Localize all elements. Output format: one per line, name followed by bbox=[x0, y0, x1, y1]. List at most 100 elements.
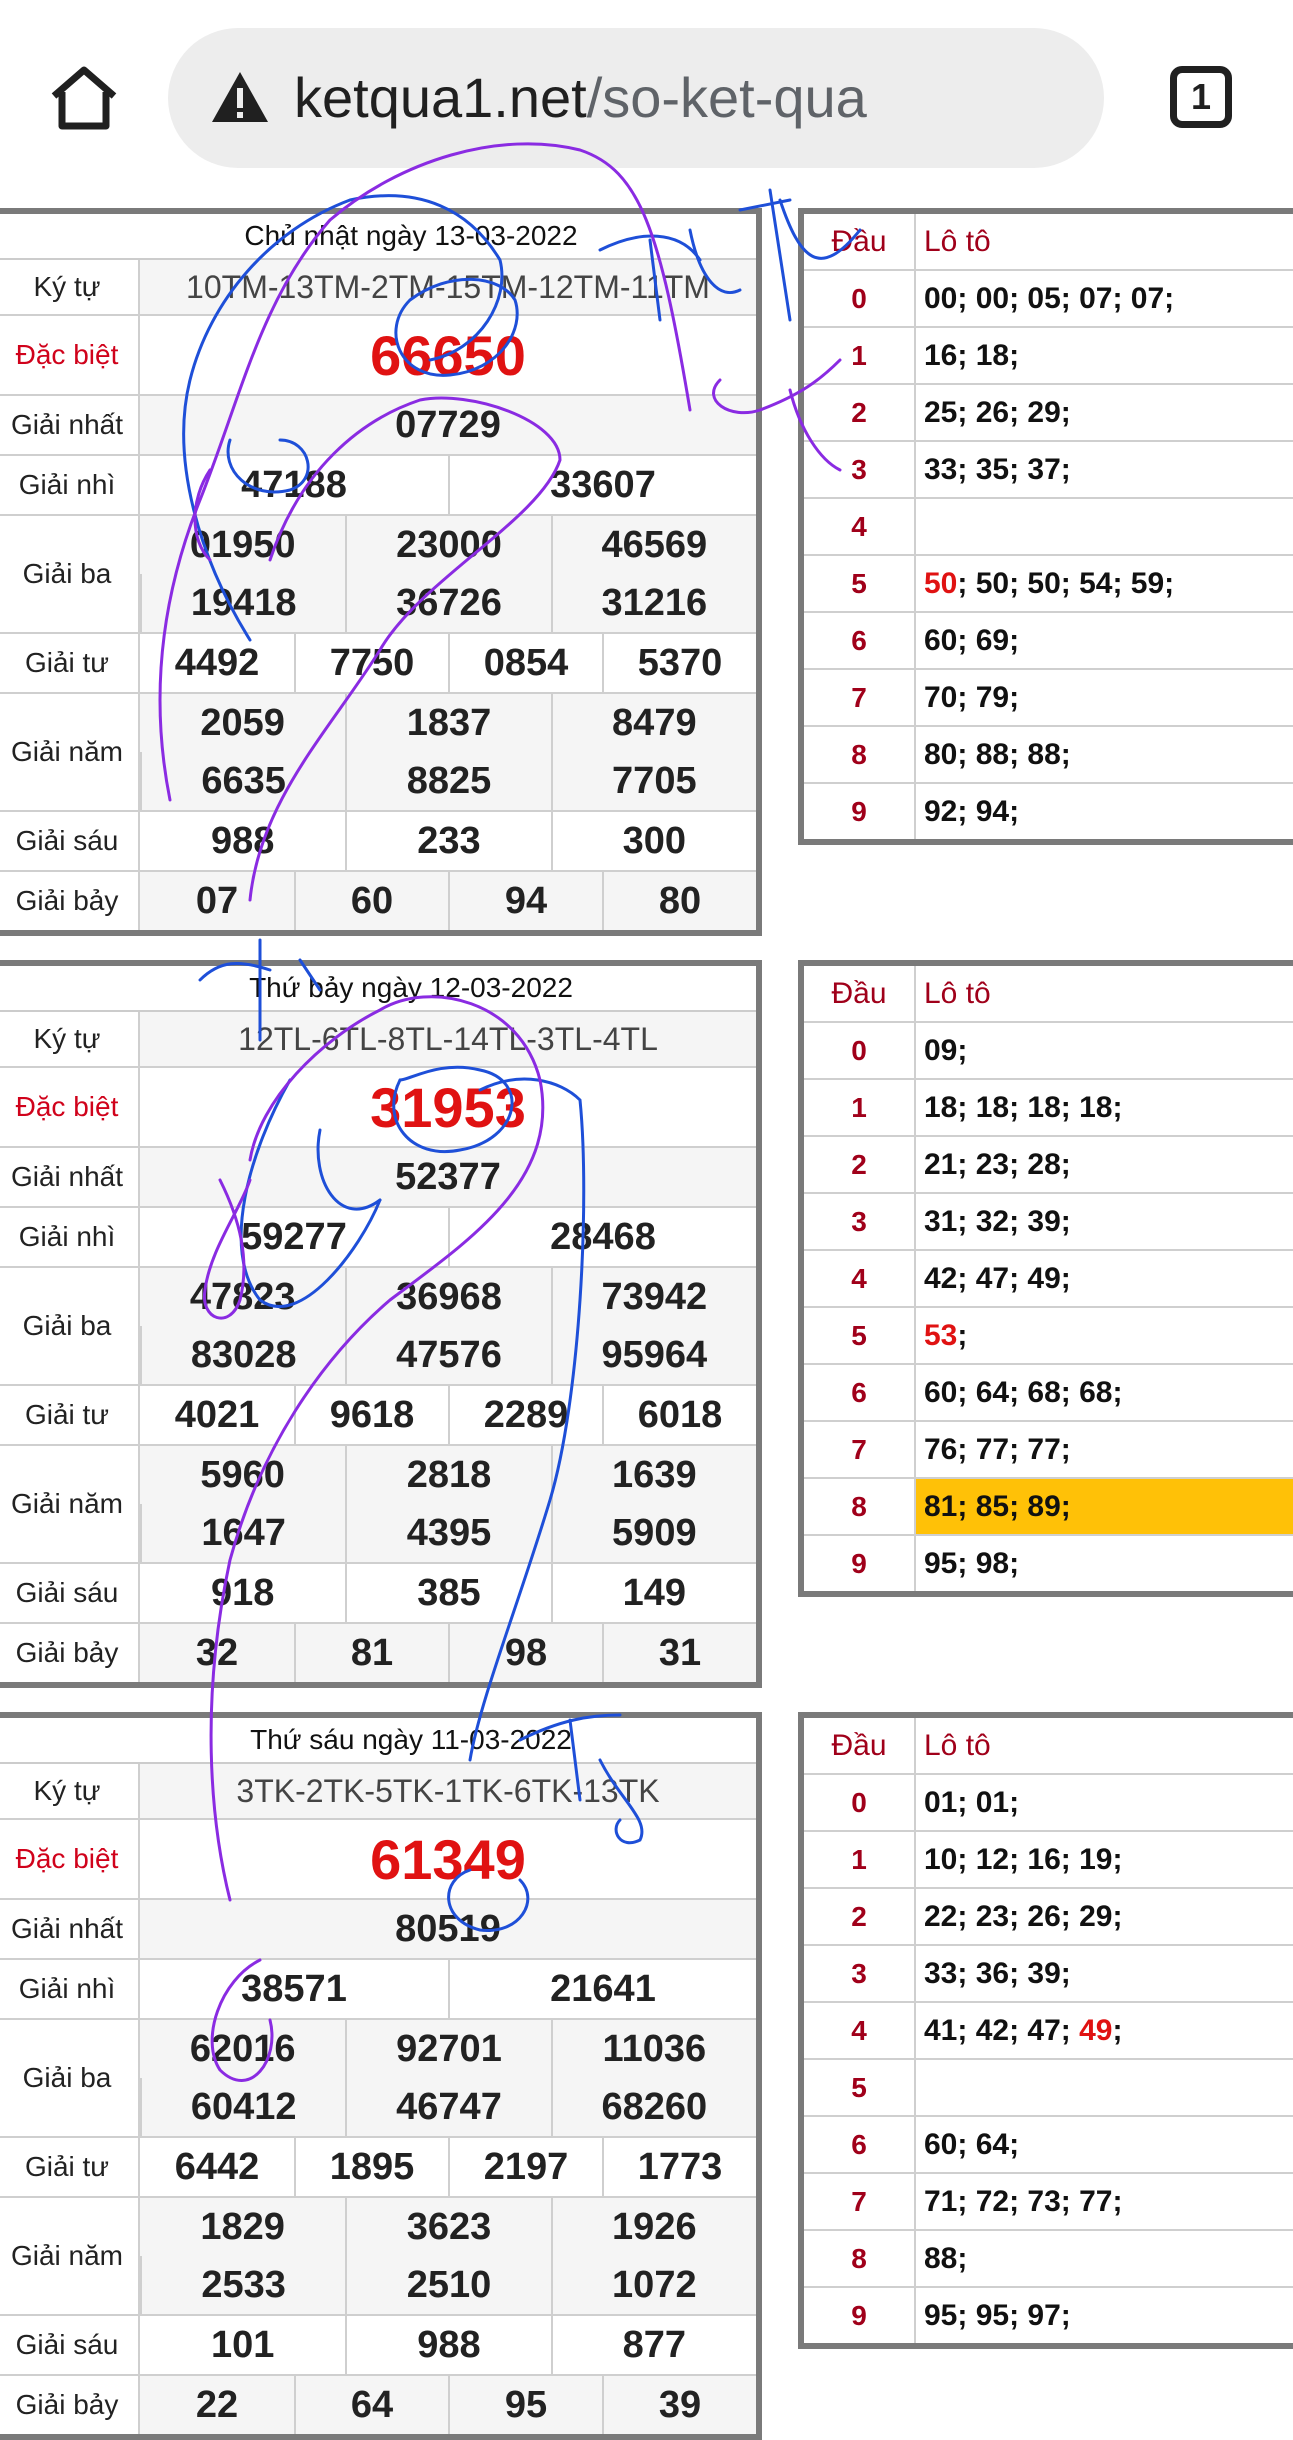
fourth-prize-number: 0854 bbox=[448, 634, 602, 692]
fourth-prize-number: 4021 bbox=[174, 1393, 260, 1436]
fourth-prize-values: 4021 9618 2289 6018 bbox=[140, 1386, 756, 1444]
loto-header: Lô tô bbox=[924, 977, 991, 1010]
fifth-prize-number: 1837 bbox=[345, 694, 550, 752]
loto-head-digit: 1 bbox=[804, 1832, 916, 1887]
code-values: 10TM-13TM-2TM-15TM-12TM-11TM bbox=[140, 260, 756, 314]
loto-number: 88; bbox=[924, 2242, 968, 2275]
loto-row: 0 09; bbox=[804, 1023, 1293, 1080]
loto-values: 22; 23; 26; 29; bbox=[916, 1889, 1293, 1944]
loto-head-digit: 5 bbox=[804, 1308, 916, 1363]
loto-values: 41; 42; 47; 49; bbox=[916, 2003, 1293, 2058]
loto-special-number: 53 bbox=[924, 1319, 958, 1352]
loto-row: 3 31; 32; 39; bbox=[804, 1194, 1293, 1251]
result-table: Thứ sáu ngày 11-03-2022 Ký tự 3TK-2TK-5TK-… bbox=[0, 1712, 762, 2440]
sixth-prize-number: 300 bbox=[550, 812, 756, 870]
seventh-prize-values: 32 81 98 31 bbox=[140, 1624, 756, 1682]
sixth-prize-number: 988 bbox=[210, 819, 275, 862]
loto-row: 2 21; 23; 28; bbox=[804, 1137, 1293, 1194]
loto-values: 71; 72; 73; 77; bbox=[916, 2174, 1293, 2229]
fifth-prize-label: Giải năm bbox=[0, 1446, 140, 1562]
third-prize-values: 01950 23000 46569 19418 36726 31216 bbox=[140, 516, 756, 632]
loto-head-digit: 7 bbox=[804, 1422, 916, 1477]
loto-header: Lô tô bbox=[924, 1729, 991, 1762]
fifth-prize-number: 4395 bbox=[345, 1504, 550, 1562]
loto-row: 6 60; 64; bbox=[804, 2117, 1293, 2174]
loto-head-digit: 9 bbox=[804, 784, 916, 839]
loto-head-digit: 0 bbox=[804, 1775, 916, 1830]
fourth-prize-number: 2289 bbox=[448, 1386, 602, 1444]
loto-row: 4 bbox=[804, 499, 1293, 556]
fifth-prize-row: Giải năm 2059 1837 8479 6635 8825 7705 bbox=[0, 694, 756, 812]
first-prize-number: 07729 bbox=[395, 403, 501, 446]
first-prize-number: 52377 bbox=[395, 1155, 501, 1198]
loto-number: 10; 12; 16; 19; bbox=[924, 1843, 1123, 1876]
address-bar[interactable]: ketqua1.net/so-ket-qua bbox=[168, 28, 1104, 168]
loto-head-digit: 8 bbox=[804, 2231, 916, 2286]
seventh-prize-label: Giải bảy bbox=[0, 872, 140, 930]
loto-number: 33; 36; 39; bbox=[924, 1957, 1071, 1990]
tab-switcher-button[interactable]: 1 bbox=[1170, 66, 1232, 128]
loto-row: 1 18; 18; 18; 18; bbox=[804, 1080, 1293, 1137]
loto-values: 00; 00; 05; 07; 07; bbox=[916, 271, 1293, 326]
loto-values: 33; 35; 37; bbox=[916, 442, 1293, 497]
fourth-prize-row: Giải tư 4492 7750 0854 5370 bbox=[0, 634, 756, 694]
sixth-prize-row: Giải sáu 988 233 300 bbox=[0, 812, 756, 872]
loto-values: 18; 18; 18; 18; bbox=[916, 1080, 1293, 1135]
seventh-prize-number: 98 bbox=[448, 1624, 602, 1682]
loto-values: 95; 95; 97; bbox=[916, 2288, 1293, 2343]
code-label: Ký tự bbox=[0, 1012, 140, 1066]
fifth-prize-number: 2510 bbox=[345, 2256, 550, 2314]
loto-row: 9 95; 95; 97; bbox=[804, 2288, 1293, 2343]
loto-special-number: 50 bbox=[924, 567, 958, 600]
fifth-prize-number: 5960 bbox=[200, 1453, 285, 1496]
second-prize-number: 38571 bbox=[241, 1967, 347, 2010]
code-label: Ký tự bbox=[0, 1764, 140, 1818]
sixth-prize-values: 918 385 149 bbox=[140, 1564, 756, 1622]
home-icon[interactable] bbox=[48, 62, 120, 134]
loto-values: 81; 85; 89; bbox=[916, 1479, 1293, 1534]
loto-head-digit: 4 bbox=[804, 499, 916, 554]
loto-number: 95; 98; bbox=[924, 1547, 1020, 1580]
loto-row: 7 70; 79; bbox=[804, 670, 1293, 727]
code-number: 10TM-13TM-2TM-15TM-12TM-11TM bbox=[186, 268, 710, 305]
third-prize-number: 83028 bbox=[140, 1326, 345, 1384]
fourth-prize-label: Giải tư bbox=[0, 2138, 140, 2196]
third-prize-number: 47576 bbox=[345, 1326, 550, 1384]
fifth-prize-number: 1926 bbox=[550, 2198, 756, 2256]
second-prize-number: 28468 bbox=[448, 1208, 756, 1266]
loto-values: 80; 88; 88; bbox=[916, 727, 1293, 782]
loto-values: 50; 50; 50; 54; 59; bbox=[916, 556, 1293, 611]
code-number: 12TL-6TL-8TL-14TL-3TL-4TL bbox=[238, 1020, 658, 1057]
fourth-prize-values: 4492 7750 0854 5370 bbox=[140, 634, 756, 692]
loto-number: 31; 32; 39; bbox=[924, 1205, 1071, 1238]
code-number: 3TK-2TK-5TK-1TK-6TK-13TK bbox=[236, 1772, 660, 1809]
loto-number: ; 50; 50; 54; 59; bbox=[957, 567, 1175, 600]
second-prize-values: 38571 21641 bbox=[140, 1960, 756, 2018]
loto-head-digit: 0 bbox=[804, 271, 916, 326]
loto-number: 76; 77; 77; bbox=[924, 1433, 1071, 1466]
third-prize-number: 68260 bbox=[550, 2078, 756, 2136]
warning-icon[interactable] bbox=[210, 70, 270, 124]
loto-values: 76; 77; 77; bbox=[916, 1422, 1293, 1477]
special-prize-row: Đặc biệt 66650 bbox=[0, 316, 756, 396]
fifth-prize-row: Giải năm 5960 2818 1639 1647 4395 5909 bbox=[0, 1446, 756, 1564]
loto-row: 0 01; 01; bbox=[804, 1775, 1293, 1832]
fifth-prize-values: 2059 1837 8479 6635 8825 7705 bbox=[140, 694, 756, 810]
url-text[interactable]: ketqua1.net/so-ket-qua bbox=[294, 64, 867, 132]
loto-values: 10; 12; 16; 19; bbox=[916, 1832, 1293, 1887]
loto-number: 81; 85; 89; bbox=[924, 1490, 1071, 1523]
second-prize-values: 59277 28468 bbox=[140, 1208, 756, 1266]
fifth-prize-values: 1829 3623 1926 2533 2510 1072 bbox=[140, 2198, 756, 2314]
code-row: Ký tự 10TM-13TM-2TM-15TM-12TM-11TM bbox=[0, 260, 756, 316]
loto-row: 4 41; 42; 47; 49; bbox=[804, 2003, 1293, 2060]
loto-row: 5 bbox=[804, 2060, 1293, 2117]
special-prize-number: 66650 bbox=[370, 323, 526, 387]
fifth-prize-number: 6635 bbox=[140, 752, 345, 810]
loto-values: 01; 01; bbox=[916, 1775, 1293, 1830]
fifth-prize-number: 7705 bbox=[550, 752, 756, 810]
seventh-prize-number: 32 bbox=[195, 1631, 239, 1674]
seventh-prize-number: 31 bbox=[602, 1624, 756, 1682]
loto-row: 1 10; 12; 16; 19; bbox=[804, 1832, 1293, 1889]
seventh-prize-number: 81 bbox=[294, 1624, 448, 1682]
third-prize-row: Giải ba 01950 23000 46569 19418 36726 31216 bbox=[0, 516, 756, 634]
